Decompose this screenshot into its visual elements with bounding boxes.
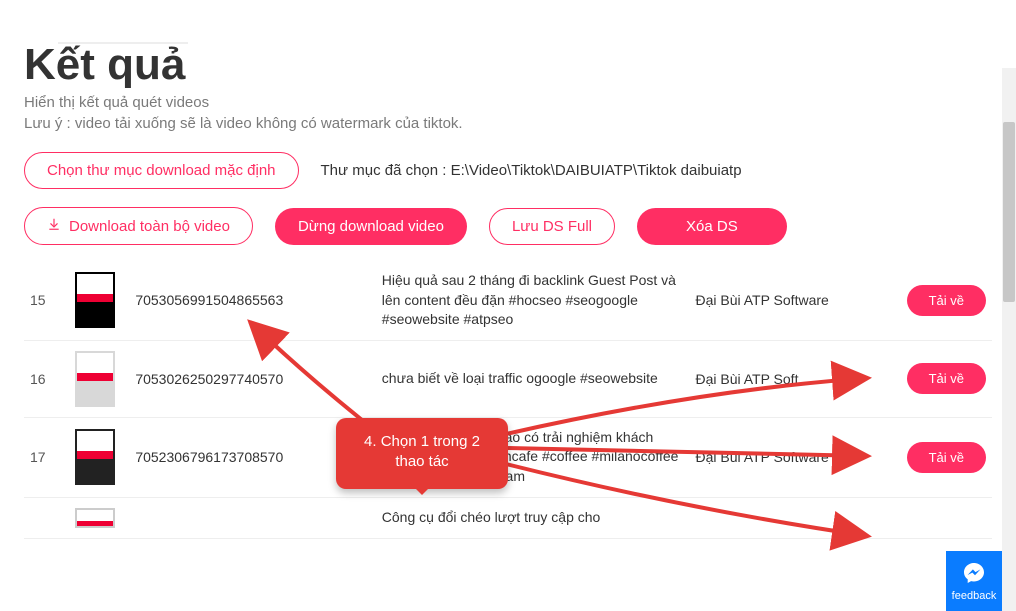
download-all-label: Download toàn bộ video — [69, 218, 230, 235]
row-action-cell: Tải về — [869, 261, 992, 340]
stop-download-button[interactable]: Dừng download video — [275, 208, 467, 245]
row-author: Đại Bùi ATP Software — [689, 417, 868, 497]
row-description: Hiệu quả sau 2 tháng đi backlink Guest P… — [376, 261, 690, 340]
video-thumbnail — [75, 508, 115, 528]
row-author: Đại Bùi ATP Soft… — [689, 340, 868, 417]
row-thumbnail — [69, 497, 130, 538]
download-row-button[interactable]: Tải về — [907, 442, 986, 473]
row-author — [689, 497, 868, 538]
row-description: chưa biết về loại traffic ogoogle #seowe… — [376, 340, 690, 417]
scrollbar-thumb[interactable] — [1003, 122, 1015, 302]
table-row: Công cụ đổi chéo lượt truy cập cho — [24, 497, 992, 538]
stop-download-label: Dừng download video — [298, 218, 444, 235]
row-action-cell: Tải về — [869, 340, 992, 417]
folder-chosen-label: Thư mục đã chọn : E:\Video\Tiktok\DAIBUI… — [321, 162, 742, 179]
video-thumbnail — [75, 429, 115, 485]
feedback-label: feedback — [952, 590, 997, 602]
subtitle: Hiển thị kết quả quét videos — [24, 94, 992, 111]
table-row: 15 7053056991504865563Hiệu quả sau 2 thán… — [24, 261, 992, 340]
row-video-id: 7053056991504865563 — [129, 261, 375, 340]
row-thumbnail — [69, 417, 130, 497]
table-row: 16 7053026250297740570chưa biết về loại t… — [24, 340, 992, 417]
scrollbar-track[interactable] — [1002, 68, 1016, 611]
callout-step-4: 4. Chọn 1 trong 2 thao tác — [336, 418, 508, 489]
messenger-icon — [962, 561, 986, 588]
download-icon — [47, 217, 61, 235]
row-index: 15 — [24, 261, 69, 340]
save-list-button[interactable]: Lưu DS Full — [489, 208, 615, 245]
page-title: Kết quả — [24, 40, 992, 90]
row-index: 16 — [24, 340, 69, 417]
choose-folder-button[interactable]: Chọn thư mục download mặc định — [24, 152, 299, 189]
row-action-cell — [869, 497, 992, 538]
row-action-cell: Tải về — [869, 417, 992, 497]
choose-folder-label: Chọn thư mục download mặc định — [47, 162, 276, 179]
note: Lưu ý : video tải xuống sẽ là video khôn… — [24, 115, 992, 132]
table-row: 177052306796173708570Thương hiệu cafe nà… — [24, 417, 992, 497]
download-all-button[interactable]: Download toàn bộ video — [24, 207, 253, 245]
download-row-button[interactable]: Tải về — [907, 363, 986, 394]
clear-list-button[interactable]: Xóa DS — [637, 208, 787, 245]
results-table: 15 7053056991504865563Hiệu quả sau 2 thán… — [24, 261, 992, 539]
row-video-id — [129, 497, 375, 538]
clear-list-label: Xóa DS — [686, 218, 738, 235]
row-thumbnail — [69, 261, 130, 340]
video-thumbnail — [75, 351, 115, 407]
feedback-widget[interactable]: feedback — [946, 551, 1002, 611]
row-video-id: 7053026250297740570 — [129, 340, 375, 417]
save-list-label: Lưu DS Full — [512, 218, 592, 235]
row-index: 17 — [24, 417, 69, 497]
row-index — [24, 497, 69, 538]
callout-text: 4. Chọn 1 trong 2 thao tác — [364, 433, 480, 470]
row-author: Đại Bùi ATP Software — [689, 261, 868, 340]
video-thumbnail — [75, 272, 115, 328]
download-row-button[interactable]: Tải về — [907, 285, 986, 316]
row-thumbnail — [69, 340, 130, 417]
